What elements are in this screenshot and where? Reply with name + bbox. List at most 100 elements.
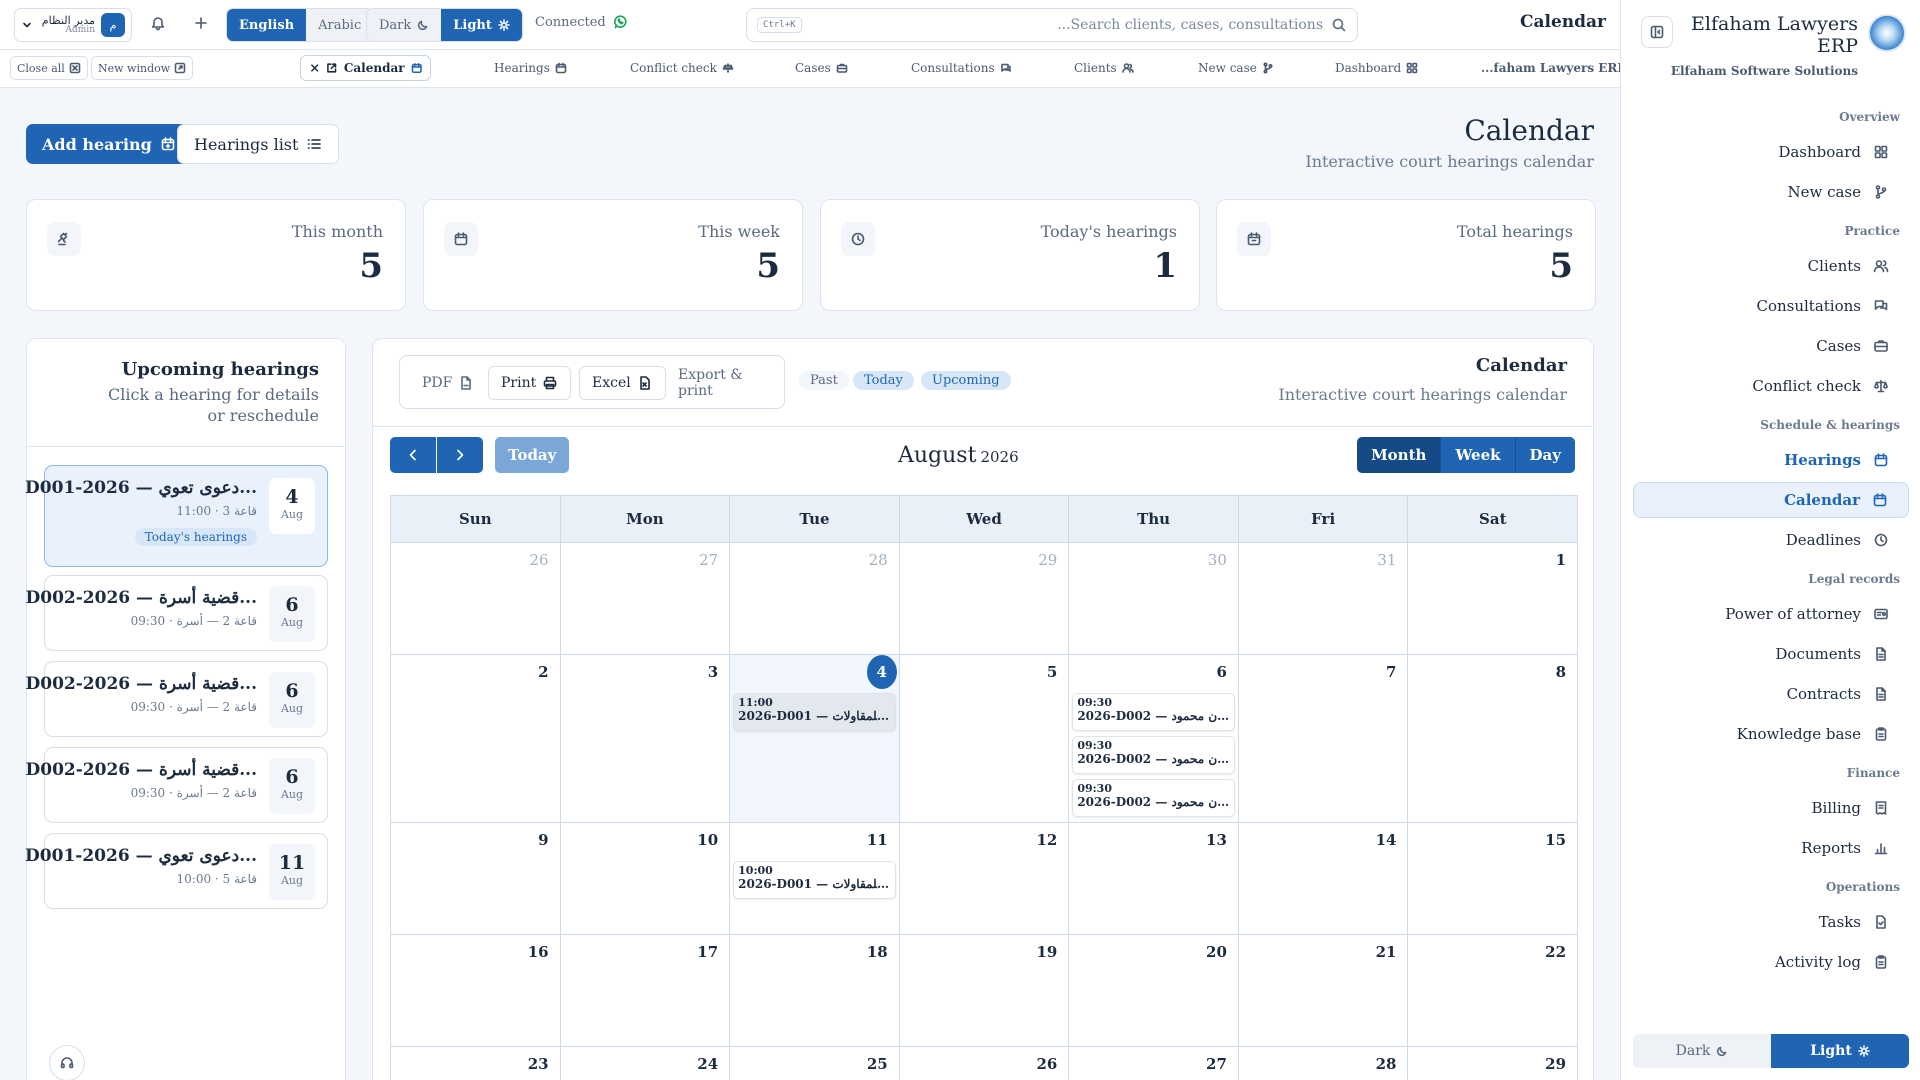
tab-dashboard[interactable]: Dashboard — [1335, 61, 1418, 75]
collapse-sidebar-icon[interactable] — [1641, 16, 1673, 48]
upcoming-hearing-item[interactable]: D002-2026 — قضية أسرة... 09:30 · قاعة 2 … — [26, 747, 328, 823]
day-cell[interactable]: 31 — [1239, 543, 1409, 654]
sidebar-item-calendar[interactable]: Calendar — [1633, 482, 1909, 518]
day-cell[interactable]: 25 — [730, 1047, 900, 1080]
upcoming-hearing-item[interactable]: D001-2026 — دعوى تعوي... 11:00 · قاعة 3 … — [25, 465, 328, 567]
sidebar-item-knowledge-base[interactable]: Knowledge base — [1633, 716, 1909, 752]
day-cell[interactable]: 14 — [1239, 823, 1409, 934]
day-cell[interactable]: 21 — [1239, 935, 1409, 1046]
lang-arabic-button[interactable]: Arabic — [306, 9, 373, 41]
notifications-bell-icon[interactable] — [150, 15, 166, 31]
day-cell[interactable]: 19 — [900, 935, 1070, 1046]
sidebar-item-reports[interactable]: Reports — [1633, 830, 1909, 866]
day-cell[interactable]: 30 — [1069, 543, 1239, 654]
tab-cases[interactable]: Cases — [795, 61, 848, 75]
hearings-list-button[interactable]: Hearings list — [177, 124, 340, 164]
sidebar-item-power-of-attorney[interactable]: Power of attorney — [1633, 596, 1909, 632]
user-menu[interactable]: مدير النظام Admin م — [14, 8, 132, 42]
filter-past[interactable]: Past — [799, 371, 849, 390]
view-week-button[interactable]: Week — [1441, 437, 1516, 473]
day-cell[interactable]: 3 — [561, 655, 731, 822]
new-window-button[interactable]: New window — [91, 56, 194, 80]
global-search[interactable]: Ctrl+K ...Search clients, cases, consult… — [746, 8, 1358, 42]
next-month-button[interactable] — [437, 437, 483, 473]
day-cell[interactable]: 609:302026-D002 — رهان محمود...09:302026… — [1069, 655, 1239, 822]
sidebar-item-activity-log[interactable]: Activity log — [1633, 944, 1909, 980]
search-input[interactable]: ...Search clients, cases, consultations — [802, 17, 1323, 33]
sidebar-theme-dark-button[interactable]: Dark — [1633, 1034, 1771, 1068]
tab-calendar[interactable]: Calendar — [300, 55, 431, 81]
filter-upcoming[interactable]: Upcoming — [921, 371, 1011, 390]
sidebar-item-tasks[interactable]: Tasks — [1633, 904, 1909, 940]
day-cell[interactable]: 15 — [1408, 823, 1577, 934]
sidebar-item-conflict-check[interactable]: Conflict check — [1633, 368, 1909, 404]
day-cell[interactable]: 27 — [561, 543, 731, 654]
day-cell[interactable]: 23 — [391, 1047, 561, 1080]
calendar-event[interactable]: 09:302026-D002 — رهان محمود... — [1072, 779, 1235, 817]
day-cell[interactable]: 2 — [391, 655, 561, 822]
day-cell[interactable]: 8 — [1408, 655, 1577, 822]
close-icon[interactable] — [309, 62, 320, 74]
day-cell[interactable]: 28 — [730, 543, 900, 654]
sidebar-item-deadlines[interactable]: Deadlines — [1633, 522, 1909, 558]
calendar-event[interactable]: 11:002026-D001 — دلتا للمقاولات... — [733, 693, 896, 731]
view-day-button[interactable]: Day — [1515, 437, 1575, 473]
prev-month-button[interactable] — [390, 437, 436, 473]
day-cell[interactable]: 18 — [730, 935, 900, 1046]
export-excel-button[interactable]: Excel — [579, 366, 666, 400]
support-headset-icon[interactable] — [49, 1045, 85, 1080]
day-cell[interactable]: 17 — [561, 935, 731, 1046]
day-cell[interactable]: 28 — [1239, 1047, 1409, 1080]
day-cell[interactable]: 24 — [561, 1047, 731, 1080]
external-link-icon[interactable] — [326, 62, 337, 74]
tab-consultations[interactable]: Consultations — [911, 61, 1012, 75]
day-cell[interactable]: 4 11:002026-D001 — دلتا للمقاولات... — [730, 655, 900, 822]
sidebar-item-contracts[interactable]: Contracts — [1633, 676, 1909, 712]
tab-hearings[interactable]: Hearings — [494, 61, 567, 75]
day-cell[interactable]: 7 — [1239, 655, 1409, 822]
day-cell[interactable]: 12 — [900, 823, 1070, 934]
day-cell[interactable]: 27 — [1069, 1047, 1239, 1080]
filter-today[interactable]: Today — [853, 371, 914, 390]
sidebar-item-hearings[interactable]: Hearings — [1633, 442, 1909, 478]
day-cell[interactable]: 26 — [391, 543, 561, 654]
tab-home[interactable]: ...faham Lawyers ERP — [1481, 61, 1626, 75]
calendar-event[interactable]: 09:302026-D002 — رهان محمود... — [1072, 736, 1235, 774]
today-button[interactable]: Today — [495, 437, 570, 473]
tab-new-case[interactable]: New case — [1198, 61, 1274, 75]
sidebar-item-billing[interactable]: Billing — [1633, 790, 1909, 826]
calendar-event[interactable]: 09:302026-D002 — رهان محمود... — [1072, 693, 1235, 731]
view-month-button[interactable]: Month — [1357, 437, 1442, 473]
add-hearing-button[interactable]: Add hearing — [26, 124, 192, 164]
day-cell[interactable]: 16 — [391, 935, 561, 1046]
tab-clients[interactable]: Clients — [1074, 61, 1134, 75]
close-all-tabs-button[interactable]: Close all — [10, 56, 88, 80]
sidebar-theme-light-button[interactable]: Light — [1771, 1034, 1909, 1068]
sidebar-item-documents[interactable]: Documents — [1633, 636, 1909, 672]
day-cell[interactable]: 13 — [1069, 823, 1239, 934]
calendar-event[interactable]: 10:002026-D001 — دلتا للمقاولات... — [733, 861, 896, 899]
print-button[interactable]: Print — [488, 366, 572, 400]
upcoming-hearing-item[interactable]: D002-2026 — قضية أسرة... 09:30 · قاعة 2 … — [26, 575, 328, 651]
day-cell[interactable]: 10 — [561, 823, 731, 934]
day-cell[interactable]: 9 — [391, 823, 561, 934]
theme-dark-button[interactable]: Dark — [367, 9, 441, 41]
tab-conflict-check[interactable]: Conflict check — [630, 61, 734, 75]
sidebar-item-consultations[interactable]: Consultations — [1633, 288, 1909, 324]
sidebar-item-cases[interactable]: Cases — [1633, 328, 1909, 364]
day-cell[interactable]: 1 — [1408, 543, 1577, 654]
day-cell[interactable]: 5 — [900, 655, 1070, 822]
day-cell[interactable]: 29 — [1408, 1047, 1577, 1080]
plus-icon[interactable] — [193, 15, 209, 31]
sidebar-item-dashboard[interactable]: Dashboard — [1633, 134, 1909, 170]
day-cell[interactable]: 29 — [900, 543, 1070, 654]
upcoming-hearing-item[interactable]: D001-2026 — دعوى تعوي... 10:00 · قاعة 5 … — [25, 833, 328, 909]
day-cell[interactable]: 20 — [1069, 935, 1239, 1046]
day-cell[interactable]: 26 — [900, 1047, 1070, 1080]
sidebar-item-clients[interactable]: Clients — [1633, 248, 1909, 284]
upcoming-hearing-item[interactable]: D002-2026 — قضية أسرة... 09:30 · قاعة 2 … — [26, 661, 328, 737]
day-cell[interactable]: 22 — [1408, 935, 1577, 1046]
day-cell[interactable]: 11 10:002026-D001 — دلتا للمقاولات... — [730, 823, 900, 934]
theme-light-button[interactable]: Light — [441, 9, 522, 41]
lang-english-button[interactable]: English — [227, 9, 307, 41]
